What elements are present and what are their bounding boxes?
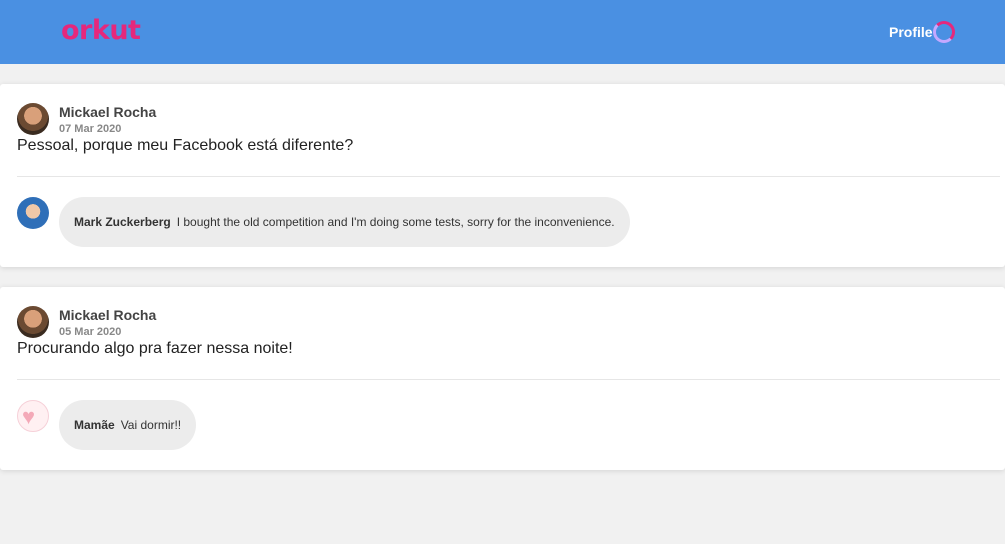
comment-bubble: Mamãe Vai dormir!! xyxy=(59,400,197,450)
post-date: 07 Mar 2020 xyxy=(59,123,122,135)
commenter-avatar[interactable]: ♥ xyxy=(17,400,49,432)
post-card: Mickael Rocha 05 Mar 2020 Procurando alg… xyxy=(0,287,1005,470)
orkut-logo[interactable]: orkut xyxy=(61,14,141,48)
author-meta: Mickael Rocha 05 Mar 2020 xyxy=(59,307,156,338)
post-card: Mickael Rocha 07 Mar 2020 Pessoal, porqu… xyxy=(0,84,1005,267)
comment: Mark Zuckerberg I bought the old competi… xyxy=(17,197,630,247)
comment-text: I bought the old competition and I'm doi… xyxy=(176,215,615,229)
author-meta: Mickael Rocha 07 Mar 2020 xyxy=(59,104,156,135)
post-author-row: Mickael Rocha 05 Mar 2020 xyxy=(17,306,156,338)
comment-author[interactable]: Mark Zuckerberg xyxy=(74,215,171,229)
post-divider xyxy=(17,176,1000,177)
top-bar: orkut Profile xyxy=(0,0,1005,64)
profile-label[interactable]: Profile xyxy=(889,20,933,44)
comment: ♥ Mamãe Vai dormir!! xyxy=(17,400,197,450)
profile-ring-icon[interactable] xyxy=(932,21,955,43)
post-divider xyxy=(17,379,1000,380)
comment-author[interactable]: Mamãe xyxy=(74,418,115,432)
post-author-row: Mickael Rocha 07 Mar 2020 xyxy=(17,103,156,135)
comment-text: Vai dormir!! xyxy=(120,418,182,432)
heart-icon: ♥ xyxy=(22,404,36,429)
author-avatar[interactable] xyxy=(17,103,49,135)
post-text: Procurando algo pra fazer nessa noite! xyxy=(17,340,293,357)
profile-link[interactable]: Profile xyxy=(889,20,955,44)
comment-bubble: Mark Zuckerberg I bought the old competi… xyxy=(59,197,630,247)
author-avatar[interactable] xyxy=(17,306,49,338)
author-name[interactable]: Mickael Rocha xyxy=(59,307,156,323)
post-date: 05 Mar 2020 xyxy=(59,326,122,338)
author-name[interactable]: Mickael Rocha xyxy=(59,104,156,120)
commenter-avatar[interactable] xyxy=(17,197,49,229)
post-text: Pessoal, porque meu Facebook está difere… xyxy=(17,137,354,154)
